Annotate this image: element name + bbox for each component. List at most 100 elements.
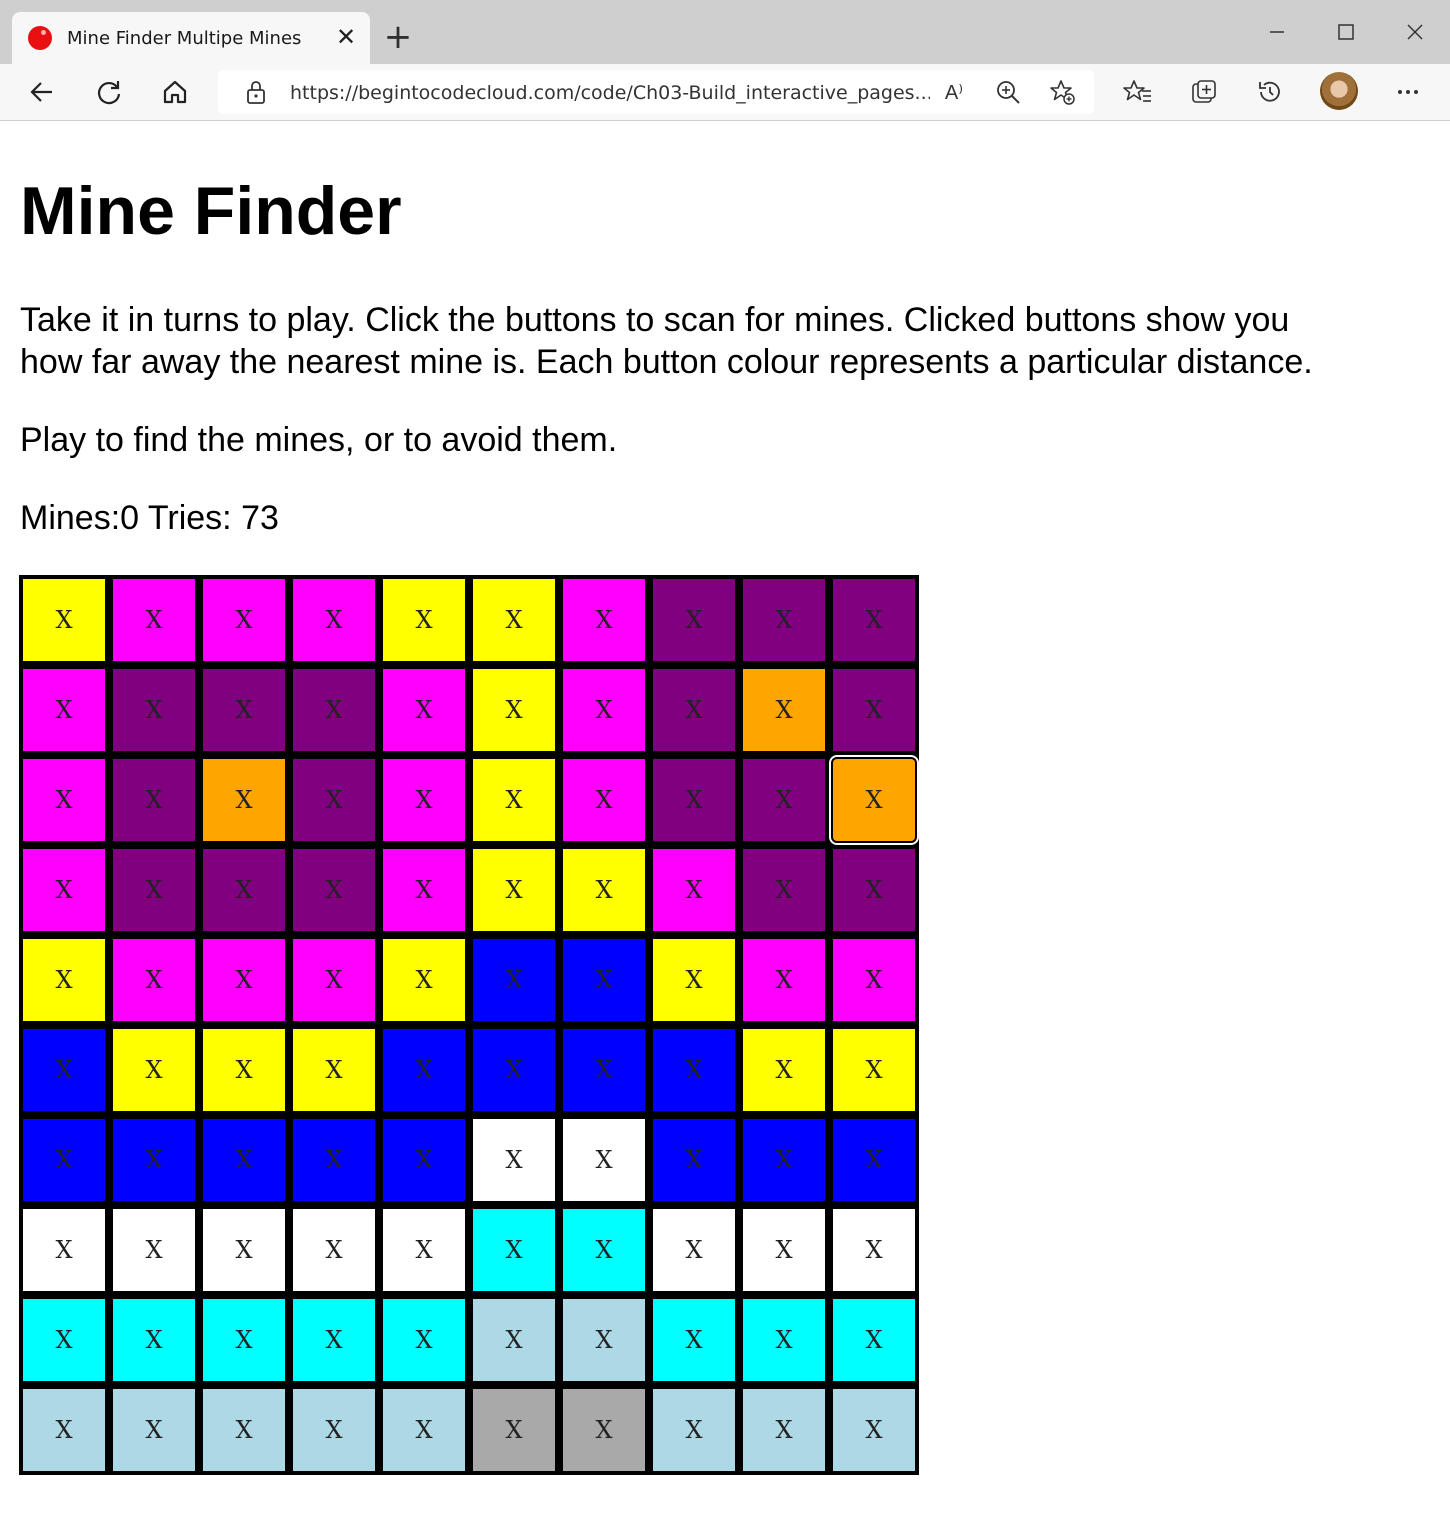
mine-button[interactable]: X <box>743 1119 825 1201</box>
mine-button[interactable]: X <box>383 1389 465 1471</box>
mine-button[interactable]: X <box>743 939 825 1021</box>
mine-button[interactable]: X <box>23 849 105 931</box>
mine-button[interactable]: X <box>653 669 735 751</box>
mine-button[interactable]: X <box>383 669 465 751</box>
mine-button[interactable]: X <box>113 849 195 931</box>
more-icon[interactable] <box>1390 74 1426 110</box>
back-icon[interactable] <box>24 74 60 110</box>
mine-button[interactable]: X <box>23 669 105 751</box>
mine-button[interactable]: X <box>383 759 465 841</box>
mine-button[interactable]: X <box>23 1389 105 1471</box>
mine-button[interactable]: X <box>23 1029 105 1111</box>
mine-button[interactable]: X <box>563 759 645 841</box>
mine-button[interactable]: X <box>563 1029 645 1111</box>
mine-button[interactable]: X <box>563 579 645 661</box>
new-tab-icon[interactable]: + <box>380 20 416 56</box>
mine-button[interactable]: X <box>23 1119 105 1201</box>
mine-button[interactable]: X <box>743 1029 825 1111</box>
mine-button[interactable]: X <box>203 1119 285 1201</box>
mine-button[interactable]: X <box>293 1119 375 1201</box>
history-icon[interactable] <box>1252 74 1288 110</box>
mine-button[interactable]: X <box>473 759 555 841</box>
mine-button[interactable]: X <box>743 759 825 841</box>
mine-button[interactable]: X <box>113 759 195 841</box>
mine-button[interactable]: X <box>293 1389 375 1471</box>
mine-button[interactable]: X <box>833 1299 915 1381</box>
mine-button[interactable]: X <box>833 1389 915 1471</box>
mine-button[interactable]: X <box>653 939 735 1021</box>
mine-button[interactable]: X <box>473 1119 555 1201</box>
browser-tab[interactable]: Mine Finder Multipe Mines ✕ <box>12 12 370 64</box>
mine-button[interactable]: X <box>473 1389 555 1471</box>
mine-button[interactable]: X <box>653 759 735 841</box>
mine-button[interactable]: X <box>383 849 465 931</box>
mine-button[interactable]: X <box>383 939 465 1021</box>
mine-button[interactable]: X <box>293 669 375 751</box>
mine-button[interactable]: X <box>563 1209 645 1291</box>
mine-button[interactable]: X <box>833 579 915 661</box>
mine-button[interactable]: X <box>473 579 555 661</box>
mine-button[interactable]: X <box>293 1029 375 1111</box>
mine-button[interactable]: X <box>473 1029 555 1111</box>
mine-button[interactable]: X <box>833 1209 915 1291</box>
mine-button[interactable]: X <box>833 669 915 751</box>
mine-button[interactable]: X <box>293 1299 375 1381</box>
mine-button[interactable]: X <box>383 1299 465 1381</box>
mine-button[interactable]: X <box>293 579 375 661</box>
mine-button[interactable]: X <box>113 939 195 1021</box>
mine-button[interactable]: X <box>113 579 195 661</box>
mine-button[interactable]: X <box>113 1209 195 1291</box>
favorites-icon[interactable] <box>1120 74 1156 110</box>
minimize-icon[interactable] <box>1254 12 1300 52</box>
mine-button[interactable]: X <box>833 1119 915 1201</box>
collections-icon[interactable] <box>1186 74 1222 110</box>
mine-button[interactable]: X <box>829 755 919 845</box>
close-tab-icon[interactable]: ✕ <box>330 22 362 54</box>
mine-button[interactable]: X <box>113 1299 195 1381</box>
mine-button[interactable]: X <box>653 849 735 931</box>
mine-button[interactable]: X <box>203 759 285 841</box>
mine-button[interactable]: X <box>383 1209 465 1291</box>
mine-button[interactable]: X <box>563 939 645 1021</box>
mine-button[interactable]: X <box>383 579 465 661</box>
mine-button[interactable]: X <box>293 939 375 1021</box>
mine-button[interactable]: X <box>203 939 285 1021</box>
mine-button[interactable]: X <box>383 1119 465 1201</box>
mine-button[interactable]: X <box>113 1029 195 1111</box>
mine-button[interactable]: X <box>743 579 825 661</box>
mine-button[interactable]: X <box>653 1119 735 1201</box>
mine-button[interactable]: X <box>743 849 825 931</box>
mine-button[interactable]: X <box>23 579 105 661</box>
mine-button[interactable]: X <box>743 1389 825 1471</box>
mine-button[interactable]: X <box>563 1119 645 1201</box>
add-favorite-icon[interactable] <box>1044 74 1080 110</box>
home-icon[interactable] <box>157 74 193 110</box>
mine-button[interactable]: X <box>473 849 555 931</box>
mine-button[interactable]: X <box>833 849 915 931</box>
mine-button[interactable]: X <box>833 1029 915 1111</box>
lock-icon[interactable] <box>238 74 274 110</box>
mine-button[interactable]: X <box>653 1029 735 1111</box>
mine-button[interactable]: X <box>653 579 735 661</box>
mine-button[interactable]: X <box>563 669 645 751</box>
close-window-icon[interactable] <box>1392 12 1438 52</box>
mine-button[interactable]: X <box>563 849 645 931</box>
mine-button[interactable]: X <box>203 669 285 751</box>
mine-button[interactable]: X <box>23 1299 105 1381</box>
mine-button[interactable]: X <box>833 939 915 1021</box>
mine-button[interactable]: X <box>23 939 105 1021</box>
mine-button[interactable]: X <box>473 669 555 751</box>
url-text[interactable]: https://begintocodecloud.com/code/Ch03-B… <box>290 82 930 104</box>
mine-button[interactable]: X <box>563 1299 645 1381</box>
mine-button[interactable]: X <box>653 1209 735 1291</box>
mine-button[interactable]: X <box>203 1209 285 1291</box>
address-bar[interactable]: https://begintocodecloud.com/code/Ch03-B… <box>218 70 1094 114</box>
refresh-icon[interactable] <box>91 74 127 110</box>
mine-button[interactable]: X <box>473 1209 555 1291</box>
mine-button[interactable]: X <box>383 1029 465 1111</box>
maximize-icon[interactable] <box>1323 12 1369 52</box>
mine-button[interactable]: X <box>743 1299 825 1381</box>
profile-avatar[interactable] <box>1320 72 1358 110</box>
mine-button[interactable]: X <box>473 1299 555 1381</box>
mine-button[interactable]: X <box>113 1389 195 1471</box>
